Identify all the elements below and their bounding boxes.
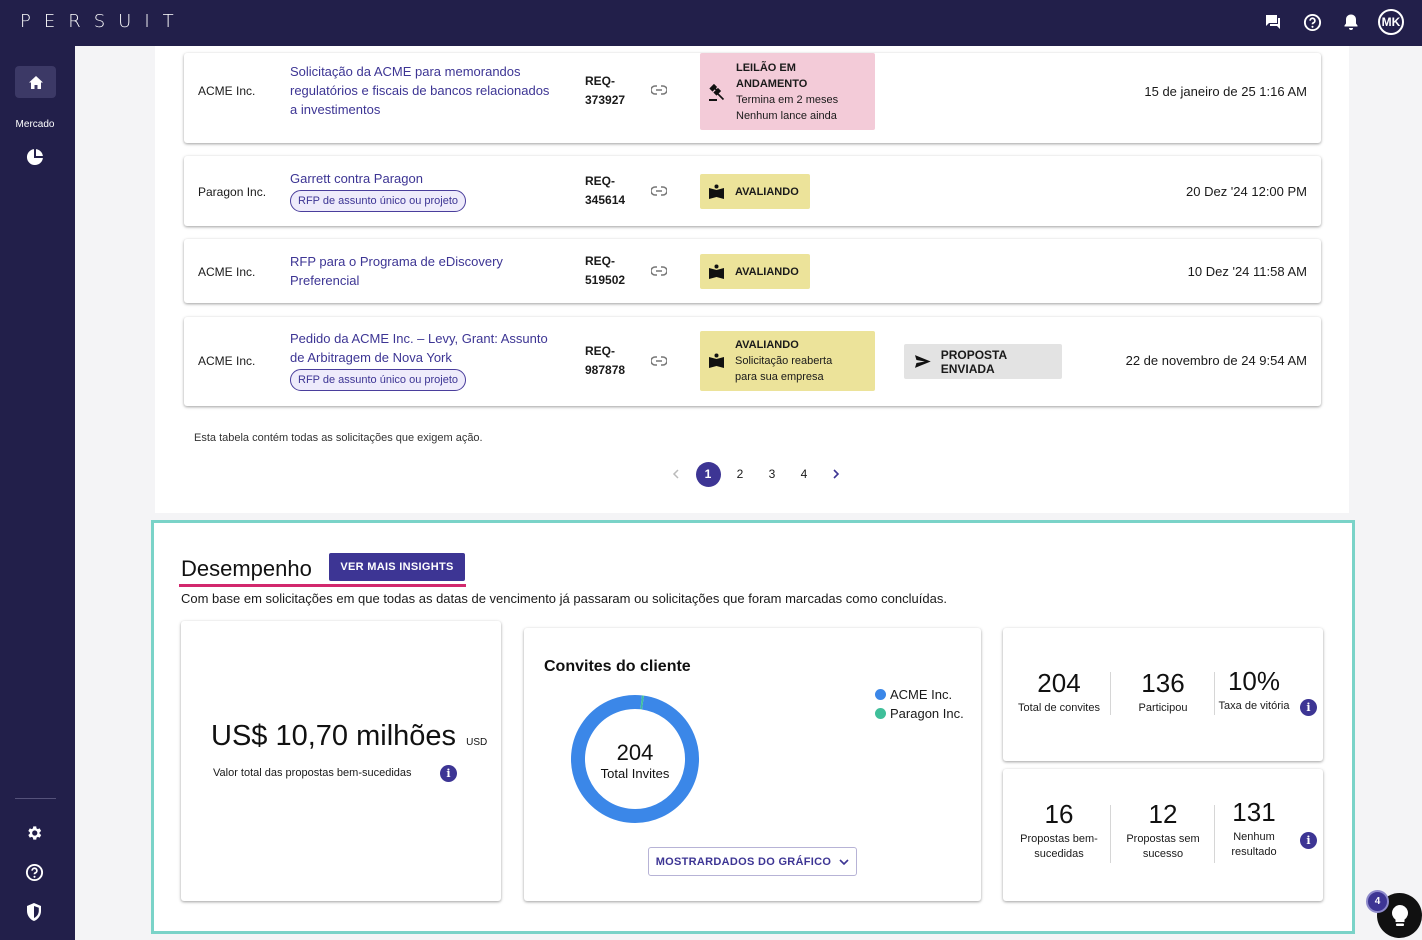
request-title-link[interactable]: RFP para o Programa de eDiscovery Prefer… bbox=[290, 252, 560, 290]
request-row[interactable]: ACME Inc. RFP para o Programa de eDiscov… bbox=[184, 239, 1321, 303]
request-row[interactable]: ACME Inc. Pedido da ACME Inc. – Levy, Gr… bbox=[184, 317, 1321, 406]
sidebar: Mercado bbox=[0, 46, 75, 940]
evaluating-book-icon bbox=[709, 353, 724, 368]
page-button[interactable]: 2 bbox=[724, 462, 756, 486]
client-invites-card: Convites do cliente 204 Total Invites AC… bbox=[524, 628, 981, 901]
status-badge: AVALIANDO bbox=[700, 174, 810, 209]
status-badge: LEILÃO EM ANDAMENTO Termina em 2 meses Nenh… bbox=[700, 53, 875, 130]
request-row[interactable]: Paragon Inc. Garrett contra Paragon RFP d… bbox=[184, 156, 1321, 226]
stat-divider bbox=[1214, 805, 1215, 863]
more-insights-button[interactable]: VER MAIS INSIGHTS bbox=[329, 553, 465, 581]
request-id: REQ- 373927 bbox=[585, 74, 626, 107]
request-id: REQ- 519502 bbox=[585, 254, 626, 287]
sidebar-market-label: Mercado bbox=[15, 119, 55, 130]
sidebar-item-home[interactable] bbox=[15, 66, 56, 98]
info-icon[interactable]: i bbox=[1300, 699, 1317, 716]
rfp-type-chip: RFP de assunto único ou projeto bbox=[290, 369, 467, 391]
auction-gavel-icon bbox=[709, 83, 725, 101]
prev-page-icon[interactable] bbox=[660, 462, 692, 486]
chevron-down-icon bbox=[839, 858, 849, 865]
top-actions: MK bbox=[1261, 9, 1404, 35]
pagination: 1 2 3 4 bbox=[660, 461, 852, 487]
home-icon bbox=[28, 75, 43, 89]
invites-stats-card: 204 Total de convites 136 Participou 10% Ta… bbox=[1003, 628, 1323, 761]
legend-item[interactable]: ACME Inc. bbox=[875, 685, 964, 704]
messages-icon[interactable] bbox=[1261, 10, 1285, 34]
request-title-link[interactable]: Solicitação da ACME para memorandos regu… bbox=[290, 62, 560, 119]
next-page-icon[interactable] bbox=[820, 462, 852, 486]
copy-link-icon[interactable] bbox=[651, 266, 667, 276]
donut-center-label: Total Invites bbox=[600, 766, 670, 781]
request-company: Paragon Inc. bbox=[198, 185, 267, 199]
chart-legend: ACME Inc. Paragon Inc. bbox=[875, 685, 964, 723]
copy-link-icon[interactable] bbox=[651, 356, 667, 366]
stat-divider bbox=[1110, 805, 1111, 863]
stat-successful: 16 Propostas bem-sucedidas bbox=[1020, 799, 1098, 860]
page-button[interactable]: 1 bbox=[692, 461, 724, 487]
settings-icon[interactable] bbox=[25, 824, 43, 842]
total-value: US$ 10,70 milhões USD bbox=[211, 720, 488, 752]
page-button[interactable]: 3 bbox=[756, 462, 788, 486]
user-avatar[interactable]: MK bbox=[1378, 9, 1404, 35]
proposal-sent-badge: PROPOSTA ENVIADA bbox=[904, 344, 1062, 379]
info-icon[interactable]: i bbox=[1300, 832, 1317, 849]
request-title-link[interactable]: Pedido da ACME Inc. – Levy, Grant: Assun… bbox=[290, 329, 560, 391]
performance-subtitle: Com base em solicitações em que todas as… bbox=[181, 591, 947, 606]
security-shield-icon[interactable] bbox=[25, 902, 43, 922]
notifications-icon[interactable] bbox=[1339, 10, 1363, 34]
rfp-type-chip: RFP de assunto único ou projeto bbox=[290, 190, 467, 212]
support-icon[interactable] bbox=[25, 863, 44, 882]
request-title-link[interactable]: Garrett contra Paragon RFP de assunto úni… bbox=[290, 169, 560, 212]
donut-center-number: 204 bbox=[616, 740, 654, 765]
show-chart-data-button[interactable]: MOSTRARDADOS DO GRÁFICO bbox=[648, 847, 857, 876]
status-badge: AVALIANDO bbox=[700, 254, 810, 289]
request-date: 22 de novembro de 24 9:54 AM bbox=[1125, 353, 1307, 368]
request-date: 20 Dez '24 12:00 PM bbox=[1186, 184, 1307, 199]
copy-link-icon[interactable] bbox=[651, 85, 667, 95]
title-underline bbox=[179, 584, 466, 587]
stat-participated: 136 Participou bbox=[1138, 668, 1188, 714]
evaluating-book-icon bbox=[709, 184, 724, 199]
info-icon[interactable]: i bbox=[440, 765, 457, 782]
status-badge: AVALIANDO Solicitação reaberta para sua em… bbox=[700, 331, 875, 391]
request-id: REQ- 987878 bbox=[585, 344, 626, 377]
total-value-card: US$ 10,70 milhões USD Valor total das pr… bbox=[181, 621, 501, 901]
pie-chart-icon bbox=[26, 149, 43, 166]
send-icon bbox=[914, 355, 931, 368]
legend-dot bbox=[875, 689, 886, 700]
request-date: 15 de janeiro de 25 1:16 AM bbox=[1144, 84, 1307, 99]
page-button[interactable]: 4 bbox=[788, 462, 820, 486]
evaluating-book-icon bbox=[709, 264, 724, 279]
sidebar-item-market[interactable] bbox=[25, 147, 45, 167]
stat-divider bbox=[1110, 672, 1111, 715]
legend-item[interactable]: Paragon Inc. bbox=[875, 704, 964, 723]
stat-win-rate: 10% Taxa de vitória bbox=[1218, 666, 1290, 712]
top-bar: PERSUIT MK bbox=[0, 0, 1422, 46]
legend-dot bbox=[875, 708, 886, 719]
request-date: 10 Dez '24 11:58 AM bbox=[1187, 264, 1307, 279]
request-id: REQ- 345614 bbox=[585, 174, 626, 207]
help-count-badge: 4 bbox=[1366, 890, 1389, 913]
copy-link-icon[interactable] bbox=[651, 186, 667, 196]
persuit-logo[interactable]: PERSUIT bbox=[20, 11, 187, 32]
lightbulb-icon bbox=[1391, 904, 1408, 926]
chart-title: Convites do cliente bbox=[544, 658, 691, 675]
performance-title: Desempenho bbox=[181, 556, 312, 581]
request-company: ACME Inc. bbox=[198, 265, 256, 279]
request-company: ACME Inc. bbox=[198, 84, 256, 98]
total-value-label: Valor total das propostas bem-sucedidas bbox=[213, 767, 412, 779]
sidebar-divider bbox=[15, 798, 56, 799]
stat-total-invites: 204 Total de convites bbox=[1018, 668, 1100, 714]
stat-no-result: 131 Nenhum resultado bbox=[1231, 797, 1277, 858]
request-company: ACME Inc. bbox=[198, 354, 256, 368]
help-icon[interactable] bbox=[1300, 10, 1324, 34]
request-row[interactable]: ACME Inc. Solicitação da ACME para memor… bbox=[184, 53, 1321, 143]
stat-unsuccessful: 12 Propostas sem sucesso bbox=[1126, 799, 1200, 860]
table-note: Esta tabela contém todas as solicitações… bbox=[194, 432, 483, 444]
proposal-stats-card: 16 Propostas bem-sucedidas 12 Propostas se… bbox=[1003, 769, 1323, 901]
